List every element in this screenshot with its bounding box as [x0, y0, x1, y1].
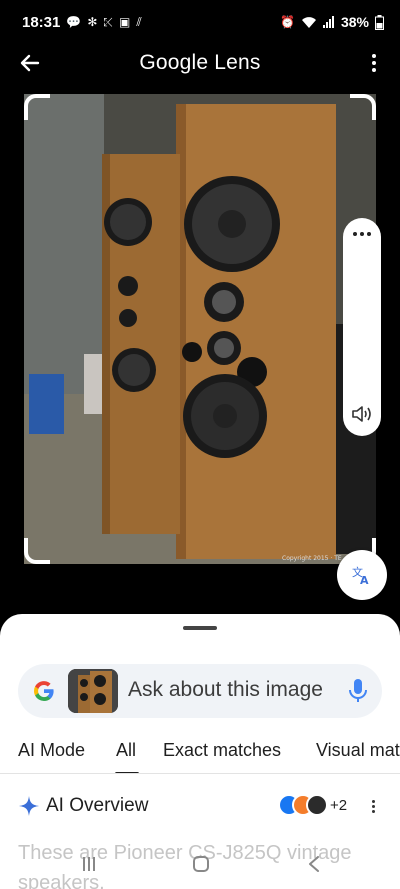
status-time: 18:31: [22, 13, 61, 31]
google-logo-icon: [33, 681, 54, 701]
search-image[interactable]: Copyright 2015 · TE: [24, 94, 376, 564]
volume-button[interactable]: [350, 404, 374, 424]
active-tab-indicator: [115, 772, 139, 773]
thumbnail-image: [68, 669, 118, 713]
status-left: 18:31 💬 ✻ ⤪ ▣ ⫽: [22, 14, 142, 31]
overview-more-button[interactable]: [370, 800, 376, 818]
status-right: ⏰ 38%: [280, 14, 384, 30]
alarm-icon: ⏰: [280, 15, 295, 29]
system-nav-bar: [0, 848, 400, 889]
ai-overview-label: AI Overview: [46, 795, 149, 816]
side-panel: [343, 218, 381, 436]
side-panel-more-button[interactable]: [343, 232, 381, 236]
search-bar[interactable]: Ask about this image: [18, 664, 382, 718]
translate-button[interactable]: 文A: [337, 550, 387, 600]
status-bar: 18:31 💬 ✻ ⤪ ▣ ⫽ ⏰ 38%: [0, 0, 400, 44]
source-avatars[interactable]: [278, 794, 328, 818]
sheet-drag-handle[interactable]: [183, 626, 217, 630]
battery-icon: [375, 14, 384, 30]
more-horiz-icon: [353, 232, 357, 236]
volume-icon: [352, 406, 371, 422]
battery-percent: 38%: [340, 14, 369, 30]
search-input[interactable]: Ask about this image: [128, 678, 328, 702]
tab-all[interactable]: All: [116, 740, 136, 761]
sparkle-icon: [19, 796, 39, 816]
back-button[interactable]: [16, 49, 44, 77]
mic-icon[interactable]: [348, 678, 368, 704]
ai-overview-header[interactable]: AI Overview +2: [0, 792, 400, 822]
arrow-left-icon: [20, 54, 40, 72]
more-vert-icon: [372, 54, 376, 58]
translate-icon: 文A: [352, 565, 369, 586]
signal-icon: [322, 16, 334, 28]
app-title: Google Lens: [139, 51, 261, 74]
pinwheel-icon: ✻: [87, 15, 98, 29]
gallery-icon: ▣: [119, 15, 131, 29]
extra-sources-count: +2: [330, 797, 348, 814]
wifi-icon: [301, 16, 316, 28]
result-tabs: AI Mode All Exact matches Visual matches: [0, 734, 400, 774]
photo-watermark: Copyright 2015 · TE: [282, 555, 342, 562]
image-thumbnail[interactable]: [68, 669, 118, 713]
svg-text:A: A: [360, 574, 369, 586]
more-options-button[interactable]: [366, 50, 382, 76]
source-icon: [306, 794, 328, 816]
home-icon[interactable]: [193, 856, 209, 872]
missed-call-icon: ⤪: [103, 14, 113, 29]
app-bar: Google Lens: [0, 44, 400, 82]
crop-handle-top-left[interactable]: [24, 94, 50, 120]
tab-ai-mode[interactable]: AI Mode: [18, 740, 85, 761]
tab-exact-matches[interactable]: Exact matches: [163, 740, 281, 761]
more-vert-icon: [371, 800, 375, 803]
recents-icon[interactable]: [82, 856, 96, 872]
tab-visual-matches[interactable]: Visual matches: [316, 740, 400, 761]
message-icon: 💬: [66, 15, 82, 29]
crop-handle-bottom-left[interactable]: [24, 538, 50, 564]
back-nav-icon[interactable]: [308, 856, 320, 872]
wifi-calling-icon: ⫽: [136, 14, 142, 29]
crop-handle-top-right[interactable]: [350, 94, 376, 120]
speakers-photo: Copyright 2015 · TE: [24, 94, 376, 564]
